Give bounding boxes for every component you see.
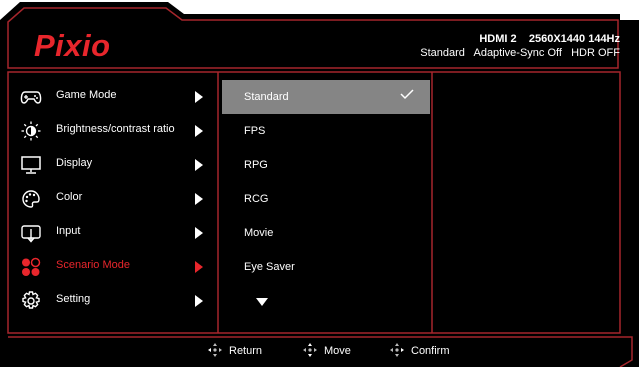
scroll-down-arrow-icon[interactable] xyxy=(256,298,268,306)
joystick-right-icon xyxy=(390,343,404,357)
submenu-item-standard[interactable]: Standard xyxy=(222,80,430,114)
submenu-label: Standard xyxy=(244,91,289,103)
menu-label-setting: Setting xyxy=(56,293,91,305)
menu-label-scenario-mode: Scenario Mode xyxy=(56,259,130,271)
submenu-label: RCG xyxy=(244,193,269,205)
menu-item-display[interactable]: Display xyxy=(10,148,215,182)
chevron-right-icon xyxy=(195,125,203,137)
chevron-right-icon xyxy=(195,159,203,171)
chevron-right-icon xyxy=(195,91,203,103)
menu-label-brightness: Brightness/contrast ratio xyxy=(56,123,175,135)
menu-item-brightness[interactable]: Brightness/contrast ratio xyxy=(10,114,215,148)
menu-label-display: Display xyxy=(56,157,93,169)
menu-item-input[interactable]: Input xyxy=(10,216,215,250)
joystick-updown-icon xyxy=(303,343,317,357)
checkmark-icon xyxy=(400,89,414,100)
submenu-item-rcg[interactable]: RCG xyxy=(222,182,430,216)
monitor-icon xyxy=(21,156,41,174)
menu-item-scenario-mode[interactable]: Scenario Mode xyxy=(10,250,215,284)
mode-info: Standard Adaptive-Sync Off HDR OFF xyxy=(400,47,620,59)
scenario-icon xyxy=(22,257,41,276)
resolution: 2560X1440 xyxy=(528,33,586,45)
input-icon xyxy=(21,225,41,243)
submenu-item-fps[interactable]: FPS xyxy=(222,114,430,148)
menu-item-color[interactable]: Color xyxy=(10,182,215,216)
hint-confirm-label: Confirm xyxy=(411,345,450,357)
pixio-logo: Pixio xyxy=(34,28,111,63)
palette-icon xyxy=(22,190,40,208)
menu-label-color: Color xyxy=(56,191,83,203)
gamepad-icon xyxy=(20,91,42,104)
submenu-item-rpg[interactable]: RPG xyxy=(222,148,430,182)
refresh-rate: 144Hz xyxy=(588,33,620,45)
chevron-right-icon xyxy=(195,193,203,205)
submenu-item-eye-saver[interactable]: Eye Saver xyxy=(222,250,430,284)
chevron-right-icon xyxy=(195,261,203,273)
adaptive-sync-status: Adaptive-Sync Off xyxy=(473,47,562,59)
hdr-status: HDR OFF xyxy=(571,47,620,59)
gear-icon xyxy=(22,291,40,309)
submenu-label: Eye Saver xyxy=(244,261,295,273)
chevron-right-icon xyxy=(195,227,203,239)
submenu-label: Movie xyxy=(244,227,274,239)
menu-label-input: Input xyxy=(56,225,81,237)
submenu-item-movie[interactable]: Movie xyxy=(222,216,430,250)
input-source: HDMI 2 xyxy=(479,33,517,45)
hint-move-label: Move xyxy=(324,345,351,357)
menu-item-setting[interactable]: Setting xyxy=(10,284,215,318)
current-preset: Standard xyxy=(420,47,465,59)
chevron-right-icon xyxy=(195,295,203,307)
submenu-label: RPG xyxy=(244,159,268,171)
signal-info: HDMI 2 2560X1440 144Hz xyxy=(450,33,620,45)
menu-label-game-mode: Game Mode xyxy=(56,89,117,101)
brightness-icon xyxy=(21,121,41,141)
hint-return-label: Return xyxy=(229,345,263,357)
submenu-label: FPS xyxy=(244,125,266,137)
joystick-left-icon xyxy=(208,343,222,357)
menu-item-game-mode[interactable]: Game Mode xyxy=(10,80,215,114)
